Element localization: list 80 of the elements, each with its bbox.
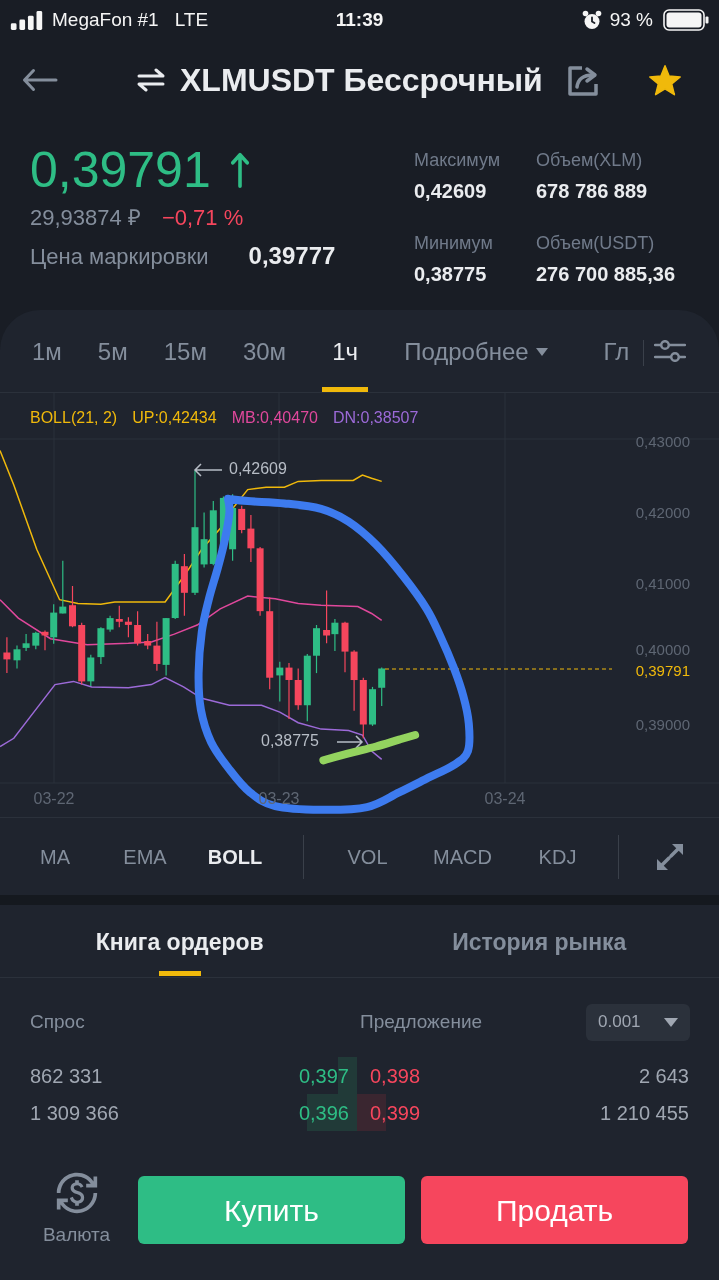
candlestick (69, 585, 76, 628)
price-axis-label: 0,39000 (635, 715, 690, 733)
clock-time: 11:39 (335, 7, 384, 32)
star-icon[interactable] (648, 64, 682, 96)
stat-label: Объем(XLM) (536, 149, 644, 172)
carrier-name: MegaFon #1 (52, 7, 159, 32)
precision-dropdown[interactable]: 0.001 (586, 1003, 690, 1041)
battery-percent: 93 % (609, 7, 653, 32)
indicator-legend: MB:0,40470 (231, 408, 318, 428)
price-axis-label: 0,40000 (635, 640, 690, 658)
share-icon[interactable] (568, 64, 600, 96)
stat-value: 0,42609 (414, 179, 488, 204)
high-price-label: 0,42609 (229, 460, 287, 478)
caret-down-icon (535, 348, 548, 356)
alarm-clock-icon (581, 10, 602, 30)
mark-price: 0,39777 (248, 241, 336, 271)
indicator-legend: BOLL(21, 2) (30, 408, 118, 428)
battery-icon (663, 9, 709, 31)
order-book-tab[interactable]: История рынка (452, 928, 627, 956)
price-change: −0,71 % (161, 203, 244, 232)
indicator-legend: UP:0,42434 (132, 408, 217, 428)
date-axis-label: 03-24 (484, 790, 526, 808)
pointer-arrow (336, 735, 364, 749)
candlestick (313, 624, 320, 674)
price-axis-label: 0,42000 (635, 503, 690, 521)
bid-price: 0,397 (298, 1063, 349, 1089)
sell-button[interactable]: Продать (421, 1176, 688, 1244)
date-axis-label: 03-22 (33, 790, 75, 808)
indicator-tab[interactable]: MA (40, 841, 70, 872)
last-price: 0,39791 (30, 145, 211, 195)
ask-quantity: 2 643 (637, 1063, 689, 1089)
stat-label: Объем(USDT) (536, 232, 656, 255)
candlestick (3, 636, 11, 674)
column-header: Спрос (30, 1009, 86, 1034)
ask-quantity: 1 210 455 (599, 1100, 689, 1126)
stat-value: 678 786 889 (536, 179, 649, 204)
back-arrow-icon[interactable] (22, 68, 58, 92)
indicator-tab[interactable]: KDJ (538, 841, 577, 872)
caret-down-icon (664, 1017, 678, 1027)
candlestick (134, 610, 142, 647)
interval-tab[interactable]: 30м (242, 340, 287, 364)
network-type: LTE (174, 7, 209, 32)
fiat-price: 29,93874 ₽ (30, 203, 141, 232)
expand-icon[interactable] (656, 842, 684, 871)
stat-value: 276 700 885,36 (536, 262, 676, 287)
mark-price-label: Цена маркировки (30, 242, 209, 271)
indicator-tab[interactable]: BOLL (207, 841, 263, 872)
ask-price: 0,398 (370, 1063, 421, 1089)
interval-tab[interactable]: 1м (32, 340, 62, 364)
page-title: XLMUSDT Бессрочный (180, 61, 543, 100)
interval-tab[interactable]: 15м (163, 340, 207, 364)
order-book-tab[interactable]: Книга ордеров (95, 928, 264, 976)
currency-exchange-icon (54, 1170, 99, 1215)
candlestick (378, 667, 386, 707)
column-header: Предложение (360, 1009, 483, 1034)
interval-tab[interactable]: 1ч (322, 340, 369, 392)
pointer-arrow (193, 463, 223, 477)
bid-price: 0,396 (298, 1100, 349, 1126)
price-axis-label: 0,43000 (635, 432, 690, 450)
low-price-label: 0,38775 (261, 732, 319, 750)
stat-label: Минимум (414, 232, 494, 255)
indicator-legend: DN:0,38507 (332, 408, 419, 428)
chart-tab[interactable]: Гл (603, 340, 630, 364)
bid-quantity: 1 309 366 (30, 1100, 120, 1126)
indicator-tab[interactable]: EMA (123, 841, 167, 872)
signal-icon (10, 10, 44, 30)
sliders-icon[interactable] (654, 340, 686, 362)
candlestick (369, 686, 376, 727)
more-intervals-menu[interactable]: Подробнее (404, 340, 548, 364)
ask-price: 0,399 (370, 1100, 421, 1126)
currency-button[interactable]: Валюта (40, 1170, 113, 1250)
buy-button[interactable]: Купить (138, 1176, 405, 1244)
interval-tab[interactable]: 5м (97, 340, 128, 364)
indicator-tab[interactable]: MACD (433, 841, 492, 872)
bid-quantity: 862 331 (30, 1063, 104, 1089)
price-axis-label: 0,41000 (635, 574, 690, 592)
stat-label: Максимум (414, 149, 502, 172)
stat-value: 0,38775 (414, 262, 488, 287)
indicator-tab[interactable]: VOL (347, 841, 388, 872)
last-price-label: 0,39791 (635, 661, 690, 679)
